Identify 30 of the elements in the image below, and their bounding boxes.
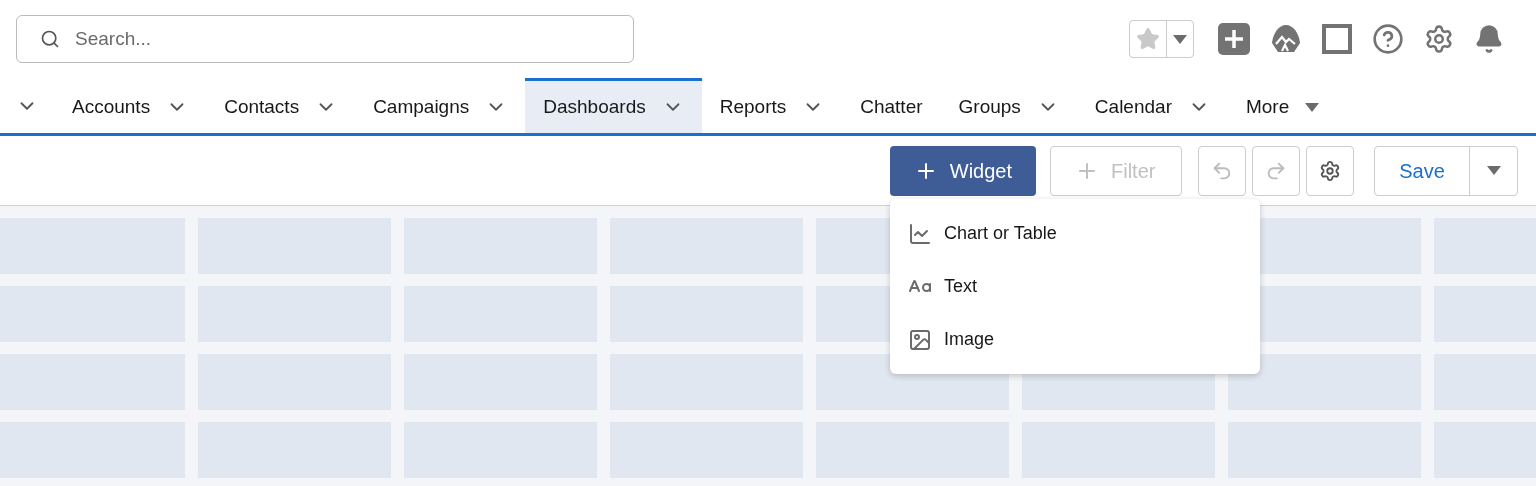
menu-item[interactable]: Chart or Table <box>890 207 1260 260</box>
caret-icon <box>1305 102 1320 112</box>
line-chart-icon <box>908 221 932 246</box>
nav-tab[interactable]: Accounts <box>54 78 207 133</box>
widget-button[interactable]: Widget <box>889 145 1036 196</box>
image-icon <box>908 327 932 352</box>
star-icon <box>1136 27 1160 51</box>
settings-button[interactable] <box>1306 145 1354 196</box>
caret-icon <box>1173 34 1187 44</box>
nav-tab[interactable]: Dashboards <box>525 78 702 133</box>
nav-tab[interactable]: Campaigns <box>355 78 526 133</box>
notifications-icon[interactable] <box>1474 24 1504 54</box>
nav-tab[interactable]: More <box>1227 78 1338 133</box>
nav-tab[interactable]: Calendar <box>1076 78 1228 133</box>
menu-item[interactable]: Text <box>890 260 1260 313</box>
favorites-button[interactable] <box>1129 20 1194 58</box>
search-field[interactable]: Search... <box>16 15 634 63</box>
settings-icon[interactable] <box>1424 24 1454 54</box>
nav-tab[interactable]: Chatter <box>842 78 941 133</box>
help-icon[interactable] <box>1372 23 1404 55</box>
menu-item[interactable]: Image <box>890 313 1260 366</box>
add-icon[interactable] <box>1218 23 1250 55</box>
mountain-icon[interactable] <box>1270 23 1302 55</box>
settings-icon <box>1319 159 1341 182</box>
square-icon[interactable] <box>1322 24 1352 54</box>
nav-tab[interactable]: Contacts <box>206 78 356 133</box>
search-icon <box>40 29 60 49</box>
caret-icon <box>1486 166 1501 175</box>
nav-tab[interactable]: Groups <box>940 78 1077 133</box>
nav-tab[interactable]: Reports <box>701 78 843 133</box>
